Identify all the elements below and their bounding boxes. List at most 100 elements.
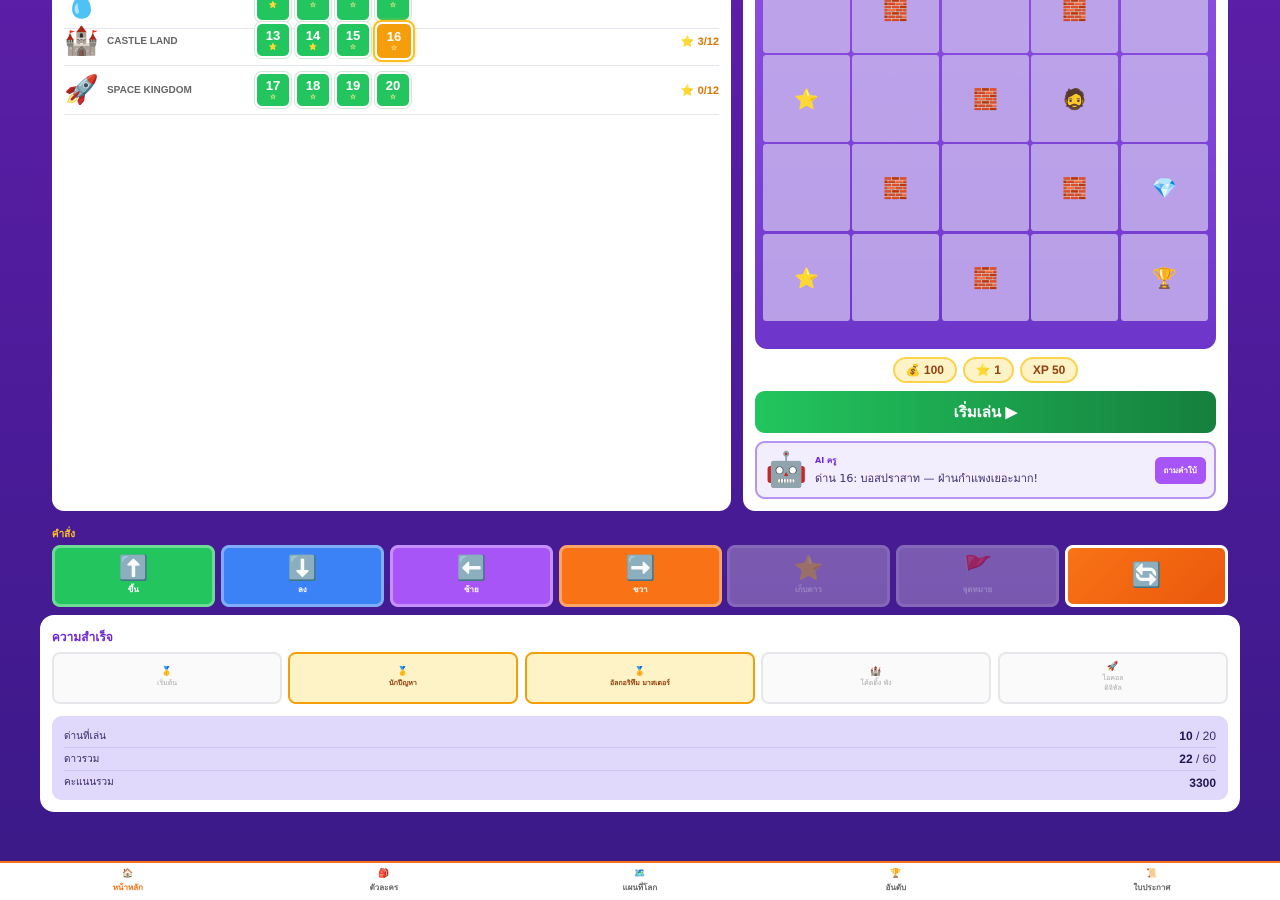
backpack-icon: 🎒 [378,868,390,879]
board-cell-star: ⭐ [763,234,850,321]
gem-icon: 💎 [1152,175,1177,200]
player-icon: 🧔 [1062,86,1087,111]
board-cell-wall: 🧱 [852,144,939,231]
wall-icon: 🧱 [1062,0,1087,22]
level-button-current[interactable]: 16 ☆ [375,22,413,60]
achievements-panel: ความสำเร็จ 🥇 เริ่มต้น 🥇 นักปีญหา 🏅 อัลกอ… [40,615,1240,812]
star-icon: ⭐ [794,265,819,290]
star-reward: ⭐ 1 [962,357,1014,383]
cmd-reset-button[interactable]: 🔄 [1065,545,1228,607]
cmd-down-button[interactable]: ⬇️ ลง [221,545,384,607]
nav-home[interactable]: 🏠 หน้าหลัก [0,863,256,900]
stat-value: 3300 [1189,775,1216,790]
world-name: CASTLE LAND [107,35,178,47]
board-cell-wall: 🧱 [1031,144,1118,231]
achievements-title: ความสำเร็จ [52,630,114,644]
board-cell-player: 🧔 [1031,55,1118,142]
level-button[interactable]: 18 ☆ [295,72,331,108]
rocket-icon: 🚀 [64,73,99,106]
castle-icon: 🏰 [870,666,882,677]
board-cell [1031,234,1118,321]
nav-certificate[interactable]: 📜 ใบประกาศ [1024,863,1280,900]
castle-icon: 🏰 [64,24,99,57]
flag-icon: 🚩 [962,554,993,582]
level-star-icon: ⭐ [308,44,318,51]
arrow-right-icon: ➡️ [625,554,656,582]
board-cell [1121,0,1208,53]
board-cell [763,144,850,231]
nav-label: ตัวละคร [369,882,399,892]
world-row-castle-land: 🏰 CASTLE LAND 13 ⭐ 14 ⭐ 15 ☆ 16 ☆ ⭐ 3/12 [64,17,719,66]
ai-text: AI ครู ด่าน 16: บอสปราสาท — ฝ่านกำแพงเยอ… [815,454,1155,487]
level-star-icon: ⭐ [268,1,278,9]
game-board: 🧱 🧱 ⭐ 🧱 🧔 🧱 🧱 💎 ⭐ 🧱 🏆 [755,0,1216,349]
reward-pills: 💰 100 ⭐ 1 XP 50 [743,357,1228,383]
badge-locked: 🥇 เริ่มต้น [52,652,282,704]
level-star-icon: ☆ [309,1,317,9]
nav-character[interactable]: 🎒 ตัวละคร [256,863,512,900]
xp-reward: XP 50 [1019,357,1079,383]
star-icon: ⭐ [794,86,819,111]
level-map-panel: 💧 ⭐ ☆ ☆ ☆ 🏰 CASTLE LAND 13 ⭐ 14 ⭐ 15 ☆ 16 ☆ … [52,0,731,511]
cmd-label: ซ้าย [464,585,479,594]
badge-label: เริ่มต้น [156,678,178,687]
trophy-icon: 🏆 [890,868,902,879]
stat-value: 10 / 20 [1179,729,1216,743]
scroll-icon: 📜 [1146,868,1158,879]
level-star-icon: ☆ [349,44,357,51]
play-button[interactable]: เริ่มเล่น ▶ [755,391,1216,433]
cmd-right-button[interactable]: ➡️ ขวา [559,545,722,607]
level-button[interactable]: 14 ⭐ [295,22,331,58]
level-button[interactable]: 19 ☆ [335,72,371,108]
nav-label: อันดับ [885,882,907,892]
board-cell [852,55,939,142]
board-cell-star: ⭐ [763,55,850,142]
board-cell-wall: 🧱 [1031,0,1118,53]
ai-message: ด่าน 16: บอสปราสาท — ฝ่านกำแพงเยอะมาก! [815,471,1038,485]
board-cell [1121,55,1208,142]
stat-label: ด่านที่เล่น [64,730,106,742]
badge-locked: 🏰 โค้ดติ้ง พัง [761,652,991,704]
wall-icon: 🧱 [973,265,998,290]
nav-world-map[interactable]: 🗺️ แผนที่โลก [512,863,768,900]
level-button[interactable]: 17 ☆ [255,72,291,108]
level-star-icon: ⭐ [268,44,278,51]
cmd-collect-star-button[interactable]: ⭐ เก็บดาว [727,545,890,607]
stat-label: คะแนนรวม [64,777,114,788]
cmd-up-button[interactable]: ⬆️ ขึ้น [52,545,215,607]
wall-icon: 🧱 [883,175,908,200]
medal-icon: 🥇 [397,666,409,677]
medal-icon: 🏅 [634,666,646,677]
nav-label: ใบประกาศ [1133,882,1171,892]
nav-leaderboard[interactable]: 🏆 อันดับ [768,863,1024,900]
cmd-label: เก็บดาว [795,585,822,594]
level-button[interactable]: 13 ⭐ [255,22,291,58]
world-name: SPACE KINGDOM [107,84,192,96]
world-star-count: ⭐ 3/12 [680,35,719,48]
arrow-down-icon: ⬇️ [287,554,318,582]
level-star-icon: ☆ [389,1,397,9]
trophy-icon: 🏆 [1152,265,1177,290]
level-star-icon: ☆ [309,94,317,101]
stat-row-total-stars: ดาวรวม 22 / 60 [64,748,1216,771]
rocket-icon: 🚀 [1107,661,1119,672]
level-button[interactable]: 20 ☆ [375,72,411,108]
wall-icon: 🧱 [1062,175,1087,200]
level-button[interactable]: 15 ☆ [335,22,371,58]
stat-row-total-score: คะแนนรวม 3300 [64,771,1216,794]
ai-tutor-box: 🤖 AI ครู ด่าน 16: บอสปราสาท — ฝ่านกำแพงเ… [755,441,1216,499]
stats-box: ด่านที่เล่น 10 / 20 ดาวรวม 22 / 60 คะแนน… [52,716,1228,800]
ask-hint-button[interactable]: ถามคำใบ้ [1154,456,1206,484]
badge-locked: 🚀 ไอคอล ดิจิทัล [998,652,1228,704]
board-cell [763,0,850,53]
arrow-left-icon: ⬅️ [456,554,487,582]
stat-value: 22 / 60 [1179,752,1216,766]
cmd-left-button[interactable]: ⬅️ ซ้าย [390,545,553,607]
map-icon: 🗺️ [634,868,646,879]
cmd-goal-button[interactable]: 🚩 จุดหมาย [896,545,1059,607]
robot-icon: 🤖 [765,450,808,490]
world-star-count: ⭐ 0/12 [680,84,719,97]
cmd-label: ขวา [633,585,648,594]
board-cell [942,144,1029,231]
board-cell-wall: 🧱 [942,55,1029,142]
